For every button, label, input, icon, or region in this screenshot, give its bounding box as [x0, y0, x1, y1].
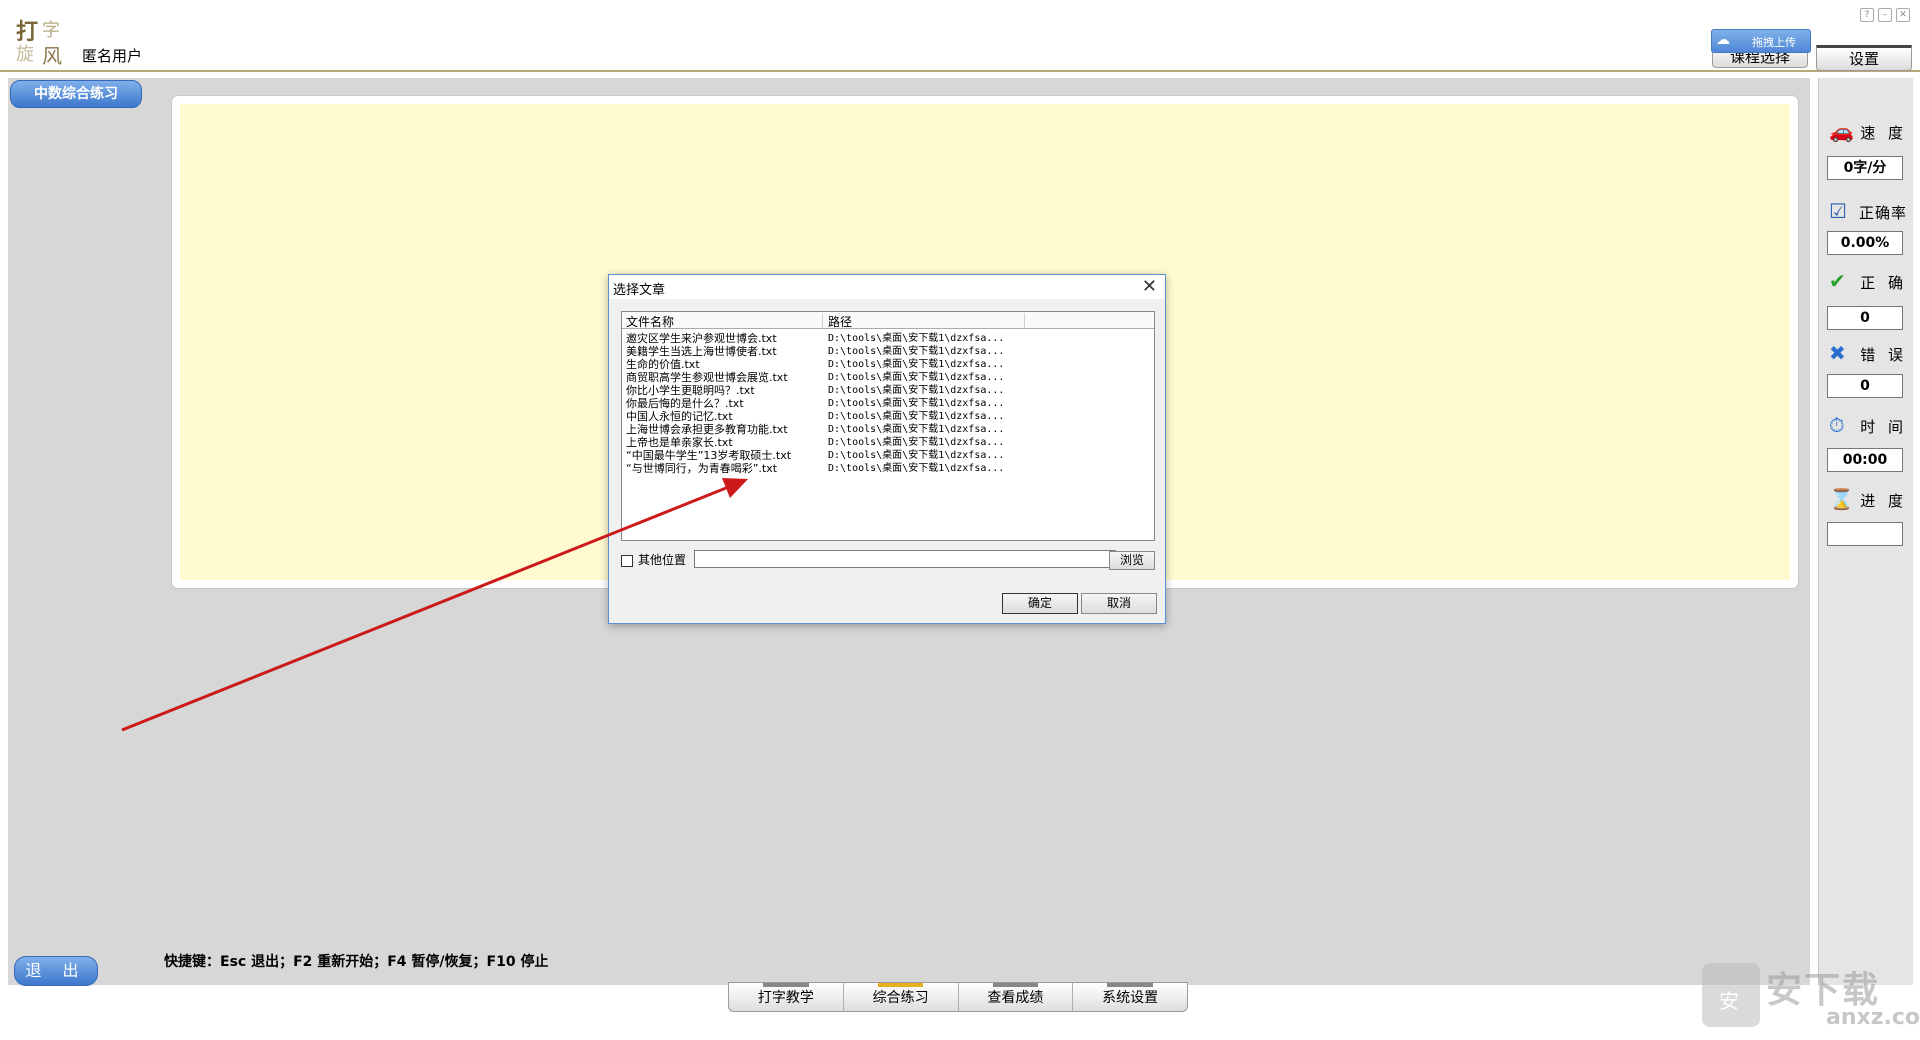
file-path: D:\tools\桌面\安下载1\dzxfsa...	[828, 372, 1005, 383]
wrong-label: ✖ 错 误	[1829, 341, 1907, 365]
time-value: 00:00	[1827, 448, 1903, 472]
ok-button[interactable]: 确定	[1002, 593, 1078, 614]
correct-label: ✔ 正 确	[1829, 269, 1907, 293]
tab-comprehensive-practice[interactable]: 综合练习	[844, 983, 959, 1011]
correct-value: 0	[1827, 306, 1903, 330]
watermark-logo: 安 安下载 anxz.com	[1700, 955, 1920, 1035]
speed-value: 0字/分	[1827, 156, 1903, 180]
browse-button[interactable]: 浏览	[1109, 551, 1155, 570]
tab-system-settings[interactable]: 系统设置	[1073, 983, 1187, 1011]
file-name: 你比小学生更聪明吗？.txt	[626, 384, 755, 397]
check-icon: ☑	[1829, 199, 1847, 223]
window-controls: ? – ✕	[1860, 8, 1910, 22]
accuracy-label: ☑ 正确率	[1829, 199, 1907, 223]
help-icon[interactable]: ?	[1860, 8, 1874, 22]
shortcut-hint: 快捷键：Esc 退出；F2 重新开始；F4 暂停/恢复；F10 停止	[164, 954, 549, 970]
progress-value	[1827, 522, 1903, 546]
minimize-icon[interactable]: –	[1878, 8, 1892, 22]
file-path: D:\tools\桌面\安下载1\dzxfsa...	[828, 398, 1005, 409]
stats-panel: 🚗 速 度 0字/分 ☑ 正确率 0.00% ✔ 正 确 0 ✖ 错 误 0 ⏱…	[1818, 78, 1913, 985]
tab-view-scores[interactable]: 查看成绩	[959, 983, 1074, 1011]
clock-icon: ⏱	[1829, 413, 1845, 437]
file-path: D:\tools\桌面\安下载1\dzxfsa...	[828, 463, 1005, 474]
bottom-nav: 打字教学 综合练习 查看成绩 系统设置	[728, 982, 1188, 1012]
column-header-path[interactable]: 路径	[824, 313, 1025, 329]
app-logo: 打 字 旋 风	[14, 14, 66, 68]
cancel-button[interactable]: 取消	[1081, 593, 1157, 614]
logo-char: 字	[42, 20, 60, 41]
file-path: D:\tools\桌面\安下载1\dzxfsa...	[828, 346, 1005, 357]
tab-typing-teaching[interactable]: 打字教学	[729, 983, 844, 1011]
file-list[interactable]: 文件名称 路径 邀灾区学生来沪参观世博会.txt D:\tools\桌面\安下载1…	[621, 311, 1155, 541]
checkbox-icon[interactable]	[621, 554, 633, 567]
bag-icon: 安	[1702, 963, 1760, 1027]
settings-button[interactable]: 设置	[1816, 45, 1912, 71]
accuracy-value: 0.00%	[1827, 231, 1903, 255]
select-article-dialog: 选择文章 ✕ 文件名称 路径 邀灾区学生来沪参观世博会.txt D:\tools\…	[608, 274, 1166, 624]
progress-label: ⌛ 进 度	[1829, 487, 1907, 511]
dialog-titlebar: 选择文章 ✕	[609, 275, 1165, 299]
exit-button[interactable]: 退 出	[14, 956, 98, 986]
course-tab[interactable]: 中数综合练习	[10, 80, 142, 108]
file-name: 上帝也是单亲家长.txt	[626, 436, 733, 449]
file-path: D:\tools\桌面\安下载1\dzxfsa...	[828, 450, 1005, 461]
file-name: “中国最牛学生”13岁考取硕士.txt	[626, 449, 792, 462]
cloud-icon: ☁	[1716, 32, 1730, 48]
file-path: D:\tools\桌面\安下载1\dzxfsa...	[828, 359, 1005, 370]
wrong-value: 0	[1827, 374, 1903, 398]
file-name: 中国人永恒的记忆.txt	[626, 410, 733, 423]
logo-char: 旋	[16, 44, 34, 65]
upload-label: 拖拽上传	[1752, 36, 1796, 49]
car-icon: 🚗	[1829, 119, 1854, 143]
file-name: 商贸职高学生参观世博会展览.txt	[626, 371, 788, 384]
logo-char: 风	[42, 44, 62, 68]
upload-button[interactable]: ☁ 拖拽上传	[1711, 29, 1811, 53]
hourglass-icon: ⌛	[1829, 487, 1854, 511]
file-path: D:\tools\桌面\安下载1\dzxfsa...	[828, 411, 1005, 422]
file-name: 邀灾区学生来沪参观世博会.txt	[626, 332, 777, 345]
wrong-icon: ✖	[1829, 341, 1846, 365]
file-path: D:\tools\桌面\安下载1\dzxfsa...	[828, 437, 1005, 448]
dialog-title: 选择文章	[613, 283, 666, 298]
file-name: 你最后悔的是什么？.txt	[626, 397, 744, 410]
file-name: “与世博同行，为青春喝彩”.txt	[626, 462, 778, 475]
location-input[interactable]	[694, 550, 1116, 568]
close-icon[interactable]: ✕	[1896, 8, 1910, 22]
speed-label: 🚗 速 度	[1829, 119, 1907, 143]
file-path: D:\tools\桌面\安下载1\dzxfsa...	[828, 424, 1005, 435]
file-name: 生命的价值.txt	[626, 358, 700, 371]
file-name: 上海世博会承担更多教育功能.txt	[626, 423, 788, 436]
other-location-checkbox[interactable]: 其他位置	[621, 551, 686, 568]
username-label: 匿名用户	[82, 47, 143, 65]
correct-icon: ✔	[1829, 269, 1846, 293]
top-bar	[0, 0, 1920, 72]
column-header-name[interactable]: 文件名称	[622, 313, 823, 329]
file-list-header: 文件名称 路径	[622, 312, 1154, 329]
file-path: D:\tools\桌面\安下载1\dzxfsa...	[828, 385, 1005, 396]
file-path: D:\tools\桌面\安下载1\dzxfsa...	[828, 333, 1005, 344]
close-icon[interactable]: ✕	[1142, 276, 1157, 297]
file-name: 美籍学生当选上海世博使者.txt	[626, 345, 777, 358]
time-label: ⏱ 时 间	[1829, 413, 1907, 437]
